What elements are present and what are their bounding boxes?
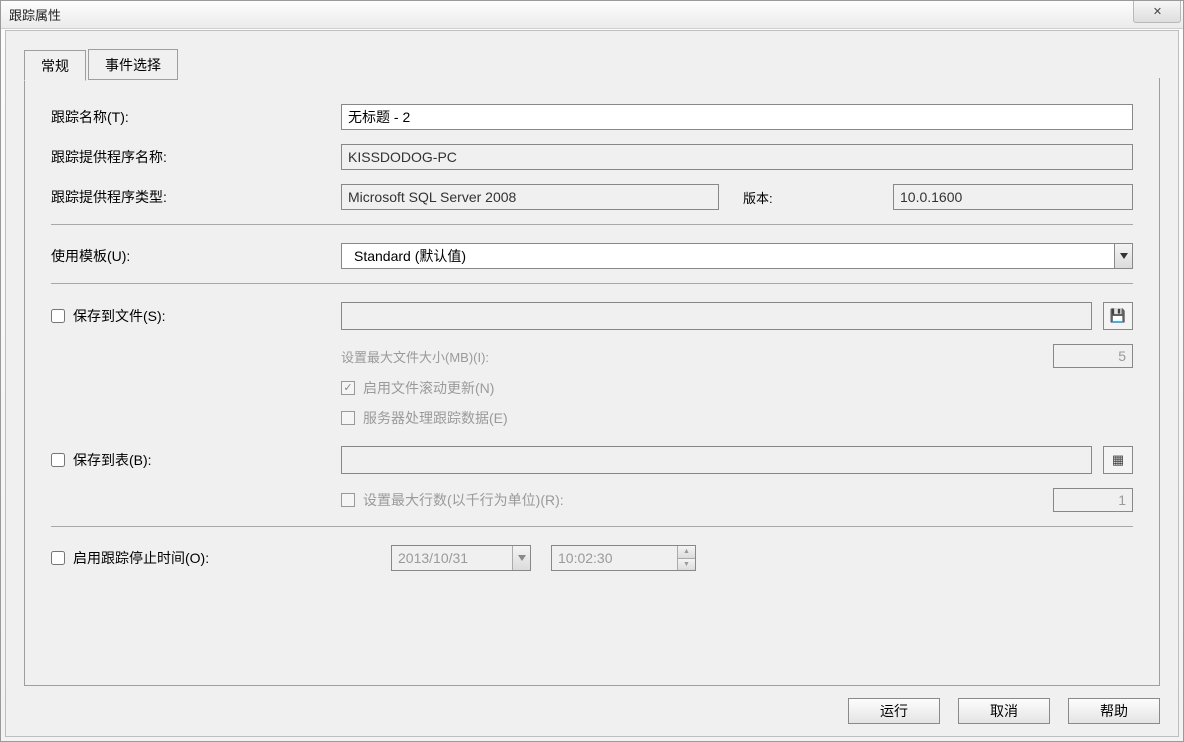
save-to-file-checkbox[interactable]: 保存到文件(S): xyxy=(51,306,341,326)
provider-type-field: Microsoft SQL Server 2008 xyxy=(341,184,719,210)
close-icon: ✕ xyxy=(1153,5,1161,18)
window-title: 跟踪属性 xyxy=(9,5,61,24)
label-provider-name: 跟踪提供程序名称: xyxy=(51,147,341,167)
tab-row: 常规 事件选择 xyxy=(24,49,180,80)
enable-rollover-checkbox: 启用文件滚动更新(N) xyxy=(341,378,494,398)
checkbox-icon xyxy=(341,411,355,425)
separator-2 xyxy=(51,283,1133,284)
version-field: 10.0.1600 xyxy=(893,184,1133,210)
tab-events[interactable]: 事件选择 xyxy=(88,49,178,80)
checkbox-icon xyxy=(341,381,355,395)
provider-name-field: KISSDODOG-PC xyxy=(341,144,1133,170)
client-area: 常规 事件选择 跟踪名称(T): 跟踪提供程序名称: KISSDODOG-PC xyxy=(5,30,1179,737)
run-button[interactable]: 运行 xyxy=(848,698,940,724)
spin-down-icon: ▼ xyxy=(678,559,695,571)
save-table-path xyxy=(341,446,1092,474)
stop-date-picker: 2013/10/31 xyxy=(391,545,531,571)
checkbox-icon xyxy=(341,493,355,507)
dialog-buttons: 运行 取消 帮助 xyxy=(848,698,1160,724)
stop-time-picker: 10:02:30 ▲ ▼ xyxy=(551,545,696,571)
date-drop-icon xyxy=(512,546,530,570)
table-icon: ▦ xyxy=(1112,452,1124,468)
save-file-path xyxy=(341,302,1092,330)
browse-file-button[interactable]: 💾 xyxy=(1103,302,1133,330)
dialog-window: 跟踪属性 ✕ 常规 事件选择 跟踪名称(T): xyxy=(0,0,1184,742)
tab-panel-general: 跟踪名称(T): 跟踪提供程序名称: KISSDODOG-PC 跟踪提供程序类型… xyxy=(24,78,1160,686)
cancel-button[interactable]: 取消 xyxy=(958,698,1050,724)
max-rows-field: 1 xyxy=(1053,488,1133,512)
chevron-down-icon xyxy=(1114,244,1132,268)
save-to-table-checkbox[interactable]: 保存到表(B): xyxy=(51,450,341,470)
label-max-file-size: 设置最大文件大小(MB)(I): xyxy=(341,347,489,366)
help-button[interactable]: 帮助 xyxy=(1068,698,1160,724)
save-icon: 💾 xyxy=(1110,308,1126,324)
label-template: 使用模板(U): xyxy=(51,246,341,266)
max-rows-checkbox: 设置最大行数(以千行为单位)(R): xyxy=(341,490,564,510)
enable-stop-time-checkbox[interactable]: 启用跟踪停止时间(O): xyxy=(51,548,341,568)
close-button[interactable]: ✕ xyxy=(1133,1,1181,23)
window-controls: ✕ xyxy=(1133,1,1183,28)
server-processes-checkbox: 服务器处理跟踪数据(E) xyxy=(341,408,508,428)
tab-general[interactable]: 常规 xyxy=(24,50,86,81)
template-dropdown[interactable]: Standard (默认值) xyxy=(341,243,1133,269)
label-provider-type: 跟踪提供程序类型: xyxy=(51,187,341,207)
label-version: 版本: xyxy=(731,188,881,207)
separator-1 xyxy=(51,224,1133,225)
max-file-size-field: 5 xyxy=(1053,344,1133,368)
separator-3 xyxy=(51,526,1133,527)
trace-name-input[interactable] xyxy=(341,104,1133,130)
time-spinner: ▲ ▼ xyxy=(677,546,695,570)
label-trace-name: 跟踪名称(T): xyxy=(51,107,341,127)
browse-table-button[interactable]: ▦ xyxy=(1103,446,1133,474)
titlebar: 跟踪属性 ✕ xyxy=(1,1,1183,29)
spin-up-icon: ▲ xyxy=(678,546,695,559)
